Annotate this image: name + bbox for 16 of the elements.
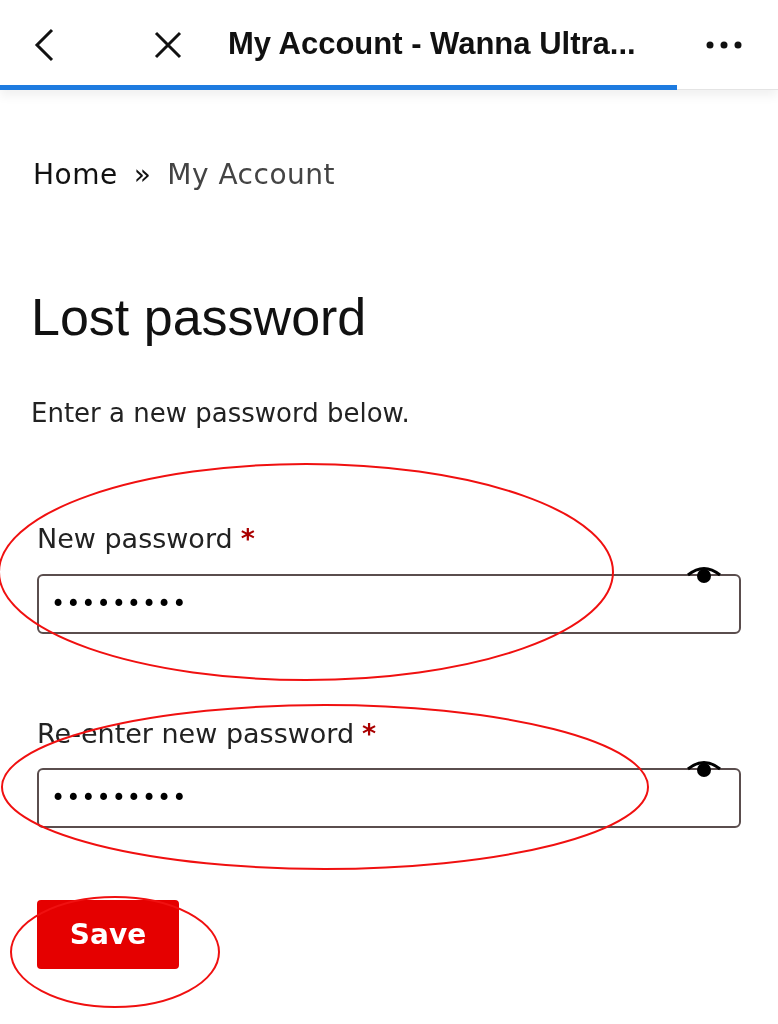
page-heading: Lost password: [31, 287, 368, 348]
breadcrumb-separator: »: [133, 157, 152, 193]
password-field[interactable]: •••••••••: [37, 573, 741, 634]
instruction-text: Enter a new password below.: [31, 397, 411, 431]
required-mark: *: [240, 522, 255, 557]
close-icon[interactable]: [154, 30, 182, 59]
page-title: My Account - Wanna Ultra...: [228, 25, 636, 64]
save-button[interactable]: Save: [37, 900, 179, 970]
more-icon[interactable]: [706, 40, 742, 49]
required-mark: *: [362, 716, 377, 751]
password-field[interactable]: •••••••••: [37, 768, 741, 829]
back-icon[interactable]: [34, 27, 54, 62]
eye-icon[interactable]: [687, 565, 721, 586]
field-label: New password: [37, 522, 233, 557]
breadcrumb-link[interactable]: Home: [33, 154, 118, 196]
current-page-label: My Account: [167, 157, 335, 193]
